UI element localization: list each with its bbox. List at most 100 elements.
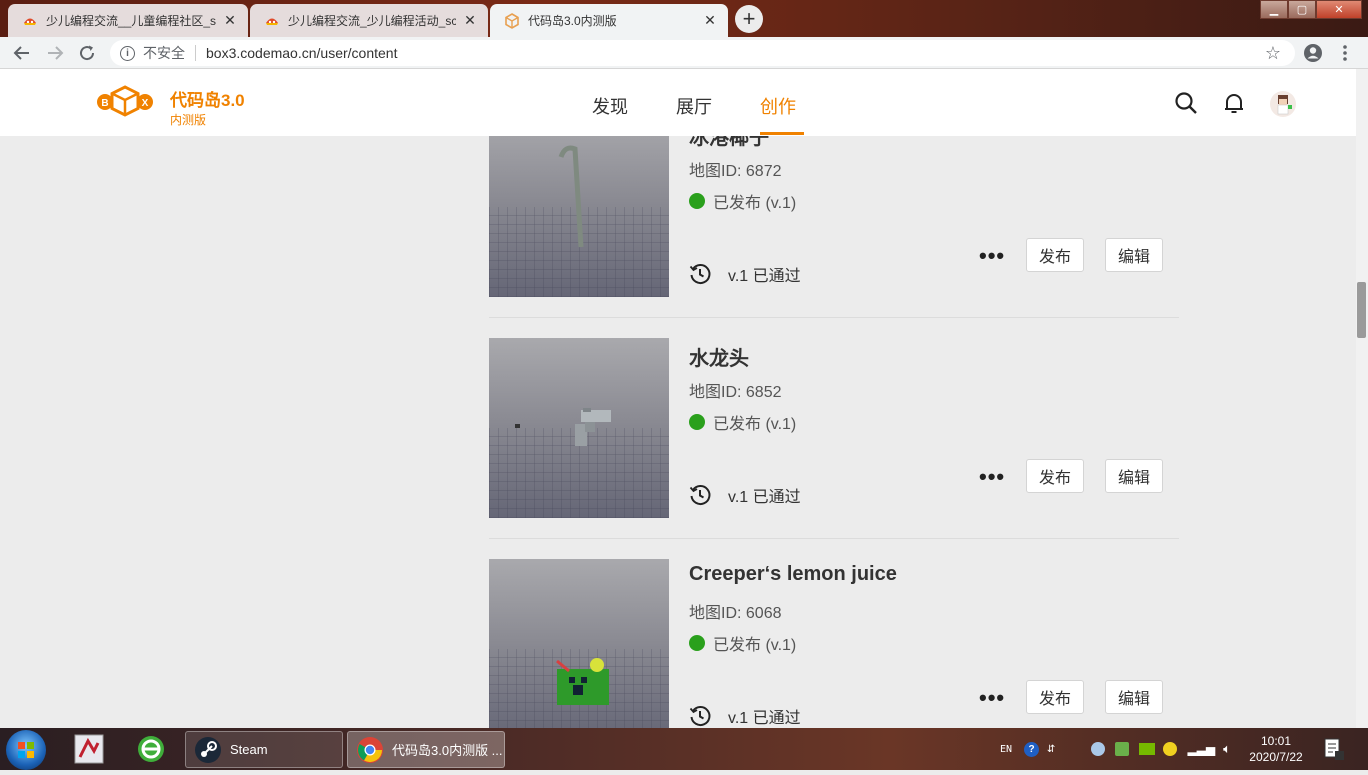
map-title[interactable]: 冰港椰子 (689, 136, 769, 150)
url-bar[interactable]: i 不安全 box3.codemao.cn/user/content ☆ (110, 40, 1295, 66)
publish-status: 已发布 (v.1) (689, 410, 796, 434)
task-label: Steam (230, 742, 268, 757)
map-id: 地图ID: 6872 (689, 163, 782, 180)
action-center-icon[interactable] (1322, 736, 1346, 762)
more-options-icon[interactable]: ••• (979, 464, 1005, 490)
windows-taskbar: Steam 代码岛3.0内测版 ... EN ? ⇵ ▂▃▅ 🔈︎ 10:01 … (0, 728, 1368, 770)
map-thumbnail[interactable] (489, 338, 669, 518)
search-icon[interactable] (1174, 91, 1198, 115)
reload-icon[interactable] (76, 42, 98, 64)
profile-icon[interactable] (1302, 42, 1324, 64)
publish-status: 已发布 (v.1) (689, 189, 796, 213)
publish-button[interactable]: 发布 (1026, 680, 1084, 714)
status-dot-icon (689, 635, 705, 651)
status-text: 已发布 (v.1) (713, 637, 797, 654)
map-title[interactable]: 水龙头 (689, 342, 749, 371)
security-label: 不安全 (143, 45, 185, 61)
bookmark-star-icon[interactable]: ☆ (1265, 43, 1281, 64)
brand-title: 代码岛3.0 (170, 91, 245, 110)
history-clock-icon (689, 485, 711, 505)
minimize-button[interactable]: ▁ (1260, 0, 1288, 19)
taskbar-chrome[interactable]: 代码岛3.0内测版 ... (347, 731, 505, 768)
tab-close-icon[interactable]: ✕ (462, 12, 478, 29)
history-clock-icon (689, 706, 711, 726)
user-avatar[interactable] (1270, 91, 1296, 117)
more-options-icon[interactable]: ••• (979, 243, 1005, 269)
new-tab-button[interactable]: + (735, 5, 763, 33)
map-thumbnail[interactable] (489, 559, 669, 728)
browser-tab[interactable]: 少儿编程交流_少儿编程活动_scratch ✕ (250, 4, 488, 37)
close-window-button[interactable]: ✕ (1316, 0, 1362, 19)
network-icon[interactable]: ▂▃▅ (1187, 742, 1215, 756)
tab-label: 代码岛3.0内测版 (528, 14, 617, 28)
app-tray-icon[interactable] (1163, 742, 1178, 756)
tab-close-icon[interactable]: ✕ (222, 12, 238, 29)
status-text: 已发布 (v.1) (713, 416, 797, 433)
browser-tab-active[interactable]: 代码岛3.0内测版 ✕ (490, 4, 728, 37)
tab-label: 少儿编程交流_少儿编程活动_scratch (288, 14, 456, 28)
map-thumbnail[interactable] (489, 136, 669, 297)
browser-titlebar: 少儿编程交流__儿童编程社区_scratch ✕ 少儿编程交流_少儿编程活动_s… (0, 0, 1368, 37)
map-card: Creeper‘s lemon juice 地图ID: 6068 已发布 (v.… (489, 559, 1179, 728)
edit-button[interactable]: 编辑 (1105, 680, 1163, 714)
map-title[interactable]: Creeper‘s lemon juice (689, 563, 897, 586)
status-dot-icon (689, 193, 705, 209)
map-card: 水龙头 地图ID: 6852 已发布 (v.1) v.1 已通过 ••• 发布 … (489, 338, 1179, 518)
map-card: 冰港椰子 地图ID: 6872 已发布 (v.1) v.1 已通过 ••• 发布… (489, 136, 1179, 297)
security-tray-icon[interactable] (1115, 742, 1130, 756)
browser-tab[interactable]: 少儿编程交流__儿童编程社区_scratch ✕ (8, 4, 248, 37)
maximize-button[interactable]: ▢ (1288, 0, 1316, 19)
url-text[interactable]: box3.codemao.cn/user/content (206, 45, 397, 61)
codemao-favicon-icon (264, 13, 280, 29)
publish-button[interactable]: 发布 (1026, 459, 1084, 493)
chrome-icon (357, 736, 383, 763)
version-info[interactable]: v.1 已通过 (689, 262, 801, 286)
tab-close-icon[interactable]: ✕ (702, 12, 718, 29)
volume-icon[interactable]: 🔈︎ (1223, 741, 1231, 757)
publish-button[interactable]: 发布 (1026, 238, 1084, 272)
nav-create[interactable]: 创作 (760, 93, 796, 119)
edit-button[interactable]: 编辑 (1105, 459, 1163, 493)
status-dot-icon (689, 414, 705, 430)
tab-label: 少儿编程交流__儿童编程社区_scratch (46, 14, 216, 28)
tray-arrow-icon[interactable]: ⇵ (1047, 744, 1055, 755)
taskbar-steam[interactable]: Steam (185, 731, 343, 768)
scrollbar-thumb[interactable] (1357, 282, 1366, 338)
system-clock[interactable]: 10:01 2020/7/22 (1244, 733, 1308, 765)
info-icon[interactable]: i (120, 45, 135, 61)
nav-discover[interactable]: 发现 (592, 93, 628, 119)
divider (195, 45, 196, 61)
steam-tray-icon[interactable] (1091, 742, 1106, 756)
history-clock-icon (689, 264, 711, 284)
card-divider (489, 538, 1179, 539)
version-text: v.1 已通过 (728, 489, 801, 506)
map-id: 地图ID: 6852 (689, 384, 782, 401)
pinned-app-icon[interactable] (72, 733, 106, 765)
address-toolbar: i 不安全 box3.codemao.cn/user/content ☆ (0, 37, 1368, 69)
back-icon[interactable] (11, 42, 33, 64)
task-label: 代码岛3.0内测版 ... (392, 743, 503, 758)
help-icon[interactable]: ? (1024, 741, 1040, 757)
box3-favicon-icon (504, 12, 520, 29)
svg-text:X: X (142, 98, 149, 109)
edit-button[interactable]: 编辑 (1105, 238, 1163, 272)
nvidia-tray-icon[interactable] (1139, 743, 1156, 755)
forward-icon[interactable] (44, 42, 66, 64)
more-options-icon[interactable]: ••• (979, 685, 1005, 711)
language-indicator[interactable]: EN (1000, 744, 1012, 755)
notification-bell-icon[interactable] (1222, 91, 1246, 115)
site-header: B X 代码岛3.0 内测版 发现 展厅 创作 (0, 69, 1356, 136)
codemao-favicon-icon (22, 13, 38, 29)
system-tray: EN ? ⇵ ▂▃▅ 🔈︎ (1000, 728, 1231, 770)
chrome-menu-icon[interactable] (1334, 42, 1356, 64)
svg-text:B: B (101, 98, 108, 109)
version-info[interactable]: v.1 已通过 (689, 704, 801, 728)
windows-start-icon[interactable] (6, 730, 46, 770)
version-text: v.1 已通过 (728, 710, 801, 727)
version-info[interactable]: v.1 已通过 (689, 483, 801, 507)
box3-logo[interactable]: B X (96, 85, 154, 117)
version-text: v.1 已通过 (728, 268, 801, 285)
pinned-browser-icon[interactable] (134, 733, 168, 765)
page-scrollbar[interactable] (1356, 69, 1368, 728)
nav-gallery[interactable]: 展厅 (676, 93, 712, 119)
